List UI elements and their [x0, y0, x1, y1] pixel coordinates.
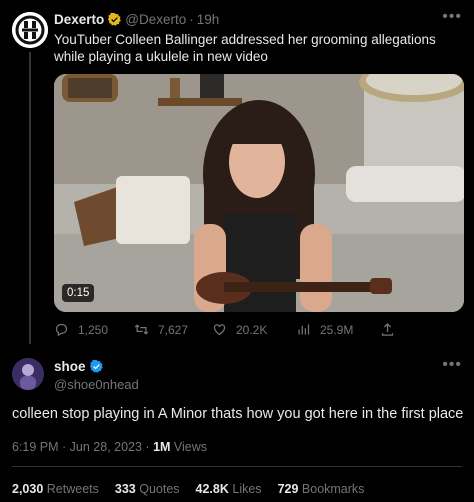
video-frame	[54, 74, 464, 312]
bookmarks-count: 729	[277, 482, 299, 496]
shoe-display-name[interactable]: shoe	[54, 359, 86, 374]
divider	[12, 466, 462, 467]
header-separator: ·	[189, 12, 194, 27]
video-player[interactable]: 0:15	[54, 74, 464, 312]
reply-icon	[55, 323, 68, 337]
views-count: 25.9M	[320, 322, 354, 337]
retweet-action[interactable]: 7,627	[134, 322, 188, 337]
shoe-avatar[interactable]	[12, 358, 44, 390]
views-action[interactable]: 25.9M	[296, 322, 353, 337]
dexerto-avatar[interactable]	[12, 12, 48, 48]
quotes-count: 333	[114, 482, 136, 496]
bookmarks-stat[interactable]: 729 Bookmarks	[278, 482, 365, 496]
video-duration-badge: 0:15	[62, 284, 95, 302]
more-icon[interactable]: •••	[442, 356, 462, 374]
engagement-stats: 2,030 Retweets 333 Quotes 42.8K Likes 72…	[12, 482, 364, 496]
share-action[interactable]	[380, 322, 404, 337]
likes-count: 42.8K	[195, 482, 229, 496]
verified-badge-icon	[89, 359, 104, 374]
bookmarks-label: Bookmarks	[301, 482, 365, 496]
reply-count: 1,250	[78, 322, 109, 337]
retweets-stat[interactable]: 2,030 Retweets	[12, 482, 99, 496]
dexerto-tweet-time[interactable]: 19h	[197, 12, 220, 27]
reply-tweet-text: colleen stop playing in A Minor thats ho…	[12, 406, 464, 422]
likes-stat[interactable]: 42.8K Likes	[196, 482, 262, 496]
dexerto-tweet-header: Dexerto @Dexerto · 19h	[54, 12, 219, 27]
more-icon[interactable]: •••	[442, 8, 462, 26]
thread-connector-line	[29, 52, 31, 344]
dexerto-tweet-text: YouTuber Colleen Ballinger addressed her…	[54, 32, 436, 64]
dexerto-display-name[interactable]: Dexerto	[54, 12, 104, 27]
like-icon	[213, 324, 226, 336]
dexerto-logo-icon	[12, 12, 48, 48]
views-count: 1M	[153, 440, 171, 454]
views-label: Views	[170, 440, 208, 454]
tweet-timestamp[interactable]: 6:19 PM · Jun 28, 2023 ·	[12, 440, 153, 454]
like-action[interactable]: 20.2K	[212, 322, 267, 337]
shoe-name-row: shoe	[54, 359, 107, 374]
likes-label: Likes	[232, 482, 262, 496]
views-icon	[298, 324, 310, 335]
like-count: 20.2K	[236, 322, 268, 337]
retweets-count: 2,030	[12, 482, 44, 496]
quotes-label: Quotes	[139, 482, 180, 496]
retweet-count: 7,627	[158, 322, 189, 337]
dexerto-handle[interactable]: @Dexerto	[125, 12, 186, 27]
tweet-meta: 6:19 PM · Jun 28, 2023 · 1M Views	[12, 440, 207, 454]
verified-badge-icon	[107, 12, 122, 27]
quotes-stat[interactable]: 333 Quotes	[115, 482, 180, 496]
retweets-label: Retweets	[46, 482, 99, 496]
reply-action[interactable]: 1,250	[54, 322, 108, 337]
retweet-icon	[134, 324, 149, 335]
shoe-handle[interactable]: @shoe0nhead	[54, 377, 139, 392]
avatar-image	[12, 358, 44, 390]
share-icon	[381, 322, 394, 336]
